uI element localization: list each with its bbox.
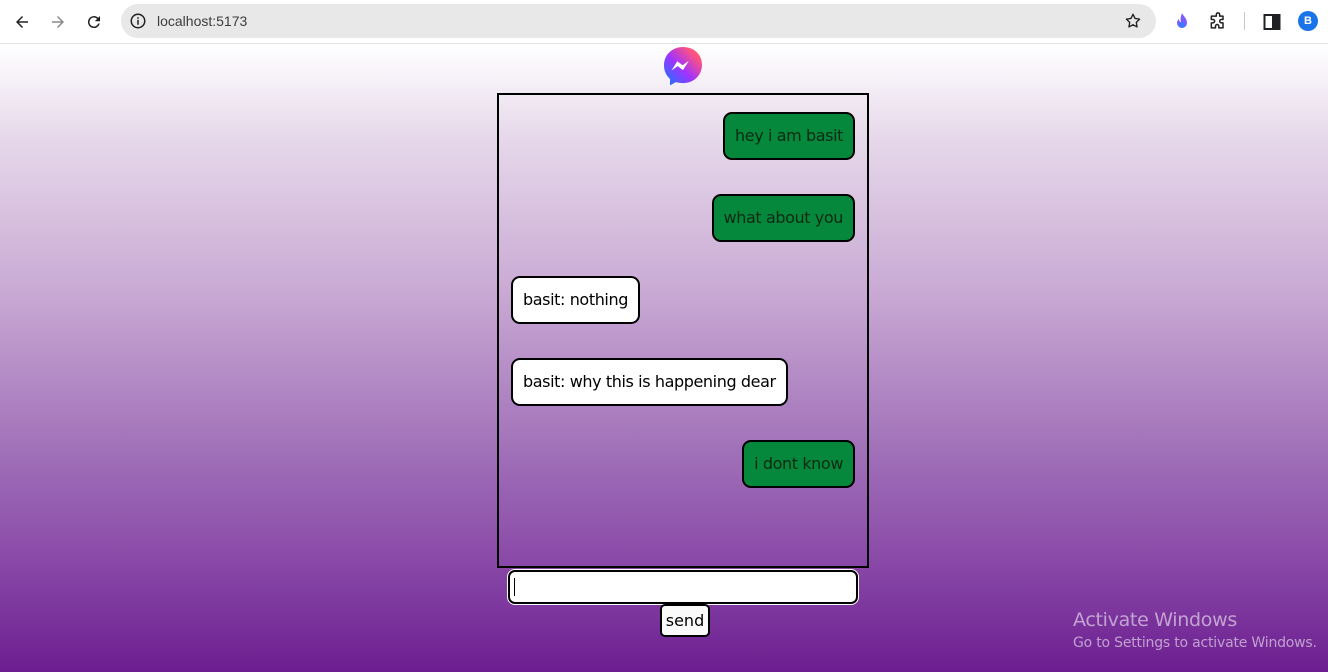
extension-button[interactable] [1171,11,1193,33]
toolbar-divider [1244,12,1245,30]
extension-flame-icon [1177,13,1187,28]
message-bubble-received: basit: why this is happening dear [511,358,788,406]
extensions-menu-button[interactable] [1207,11,1229,33]
app-viewport: hey i am basit what about you basit: not… [0,45,1328,672]
messenger-logo [664,47,702,86]
watermark-title: Activate Windows [1073,609,1237,631]
message-input-container[interactable] [508,570,858,604]
watermark-subtitle: Go to Settings to activate Windows. [1073,635,1317,651]
windows-activation-watermark: Activate Windows Go to Settings to activ… [1073,609,1317,651]
profile-avatar[interactable]: B [1298,11,1318,31]
message-input[interactable] [510,572,856,602]
reload-icon [87,16,100,29]
star-icon[interactable] [1124,12,1142,30]
back-button[interactable] [7,7,37,37]
side-panel-button[interactable] [1261,11,1283,33]
browser-toolbar: localhost:5173 B [0,0,1328,44]
text-caret [514,578,515,596]
url-text[interactable]: localhost:5173 [157,13,247,29]
message-bubble-sent: i dont know [742,440,855,488]
forward-arrow-icon [52,16,64,28]
reload-button[interactable] [79,7,109,37]
message-bubble-received: basit: nothing [511,276,640,324]
message-bubble-sent: what about you [711,194,855,242]
side-panel-icon [1263,14,1281,30]
message-bubble-sent: hey i am basit [723,112,855,160]
forward-button[interactable] [43,7,73,37]
puzzle-icon [1210,12,1224,29]
address-bar[interactable]: localhost:5173 [121,4,1156,38]
back-arrow-icon [16,16,28,28]
info-icon[interactable] [129,12,147,30]
send-button[interactable]: send [660,604,710,637]
chat-window[interactable]: hey i am basit what about you basit: not… [497,93,869,568]
